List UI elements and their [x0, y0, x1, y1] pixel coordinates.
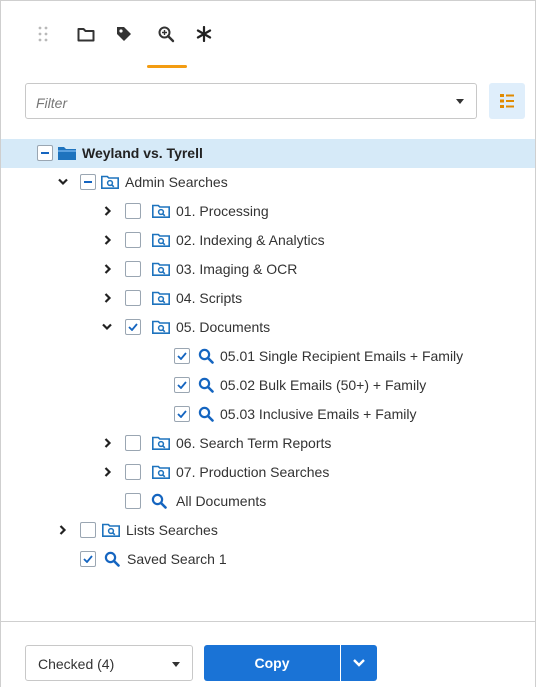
saved-search-icon — [197, 377, 215, 393]
tree-checkbox-checked[interactable] — [125, 319, 141, 335]
asterisk-icon[interactable] — [193, 23, 215, 45]
saved-search-icon[interactable] — [155, 23, 177, 45]
tree-label: 05. Documents — [176, 319, 271, 335]
tree-checkbox[interactable] — [37, 145, 53, 161]
drag-handle-icon[interactable] — [32, 23, 54, 45]
checkmark-icon — [177, 352, 187, 360]
tree-row[interactable]: 05.01 Single Recipient Emails + Family — [1, 342, 535, 371]
saved-searches-panel: Weyland vs. Tyrell Admin Searches 01. Pr… — [0, 0, 536, 689]
tree-checkbox-checked[interactable] — [174, 377, 190, 393]
tree-label: 07. Production Searches — [176, 464, 330, 480]
filter-dropdown-caret-icon[interactable] — [456, 99, 464, 104]
tree-row[interactable]: Saved Search 1 — [1, 545, 535, 574]
chevron-right-icon[interactable] — [102, 263, 114, 275]
saved-search-icon — [103, 551, 121, 567]
filter-input[interactable] — [34, 90, 438, 116]
tree-label: 01. Processing — [176, 203, 269, 219]
chevron-right-icon[interactable] — [102, 466, 114, 478]
tree-checkbox[interactable] — [125, 435, 141, 451]
select-caret-icon — [172, 662, 180, 667]
tree-label: Lists Searches — [126, 522, 218, 538]
search-folder-icon — [152, 290, 170, 306]
tree-label: 05.01 Single Recipient Emails + Family — [220, 348, 464, 364]
tree-checkbox[interactable] — [80, 174, 96, 190]
case-folder-icon — [58, 145, 76, 161]
folder-icon[interactable] — [75, 23, 97, 45]
tree-label: 03. Imaging & OCR — [176, 261, 298, 277]
tree-checkbox[interactable] — [80, 522, 96, 538]
chevron-right-icon[interactable] — [102, 292, 114, 304]
list-view-icon — [500, 94, 514, 108]
tree-row[interactable]: 06. Search Term Reports — [1, 429, 535, 458]
tree-row[interactable]: 03. Imaging & OCR — [1, 255, 535, 284]
tree-label: 04. Scripts — [176, 290, 243, 306]
tree-label: 05.03 Inclusive Emails + Family — [220, 406, 417, 422]
tree-label: 02. Indexing & Analytics — [176, 232, 325, 248]
tree-label: 05.02 Bulk Emails (50+) + Family — [220, 377, 427, 393]
tree-row[interactable]: Lists Searches — [1, 516, 535, 545]
tag-icon[interactable] — [113, 23, 135, 45]
saved-search-icon — [150, 493, 168, 509]
tree-row[interactable]: 04. Scripts — [1, 284, 535, 313]
tree-checkbox-checked[interactable] — [80, 551, 96, 567]
copy-button-label: Copy — [254, 655, 290, 671]
panel-toolbar — [1, 1, 535, 69]
tree-row[interactable]: 05. Documents — [1, 313, 535, 342]
tree-label: All Documents — [176, 493, 267, 509]
tree-row[interactable]: All Documents — [1, 487, 535, 516]
checkmark-icon — [177, 381, 187, 389]
active-tab-indicator — [147, 65, 187, 68]
tree-row[interactable]: 05.02 Bulk Emails (50+) + Family — [1, 371, 535, 400]
chevron-right-icon[interactable] — [57, 524, 69, 536]
tree-checkbox[interactable] — [125, 232, 141, 248]
tree-row[interactable]: 07. Production Searches — [1, 458, 535, 487]
chevron-right-icon[interactable] — [102, 205, 114, 217]
copy-options-button[interactable] — [341, 645, 377, 681]
tree-checkbox[interactable] — [125, 261, 141, 277]
tree-checkbox[interactable] — [125, 203, 141, 219]
copy-button[interactable]: Copy — [204, 645, 340, 681]
tree-row[interactable]: 05.03 Inclusive Emails + Family — [1, 400, 535, 429]
chevron-down-icon[interactable] — [57, 176, 69, 188]
search-folder-icon — [152, 464, 170, 480]
tree-row[interactable]: 01. Processing — [1, 197, 535, 226]
checked-filter-select[interactable]: Checked (4) — [25, 645, 193, 681]
search-folder-icon — [102, 522, 120, 538]
chevron-down-icon — [353, 659, 365, 667]
saved-search-icon — [197, 348, 215, 364]
search-folder-icon — [152, 319, 170, 335]
tree-checkbox[interactable] — [125, 464, 141, 480]
search-folder-icon — [101, 174, 119, 190]
panel-footer: Checked (4) Copy — [1, 621, 535, 689]
chevron-down-icon[interactable] — [101, 321, 113, 333]
search-folder-icon — [152, 232, 170, 248]
checkmark-icon — [128, 323, 138, 331]
tree-row[interactable]: 02. Indexing & Analytics — [1, 226, 535, 255]
filter-row — [25, 83, 525, 121]
list-view-button[interactable] — [489, 83, 525, 119]
tree-checkbox-checked[interactable] — [174, 406, 190, 422]
search-folder-icon — [152, 203, 170, 219]
tree-row-root[interactable]: Weyland vs. Tyrell — [1, 139, 535, 168]
tree-checkbox[interactable] — [125, 493, 141, 509]
tree-label: 06. Search Term Reports — [176, 435, 332, 451]
checkmark-icon — [177, 410, 187, 418]
tree-label: Admin Searches — [125, 174, 228, 190]
tree-checkbox[interactable] — [125, 290, 141, 306]
tree-row-admin-searches[interactable]: Admin Searches — [1, 168, 535, 197]
filter-combobox[interactable] — [25, 83, 477, 119]
search-folder-icon — [152, 435, 170, 451]
saved-search-icon — [197, 406, 215, 422]
tree-label: Saved Search 1 — [127, 551, 227, 567]
search-folder-icon — [152, 261, 170, 277]
chevron-right-icon[interactable] — [102, 234, 114, 246]
checkmark-icon — [83, 555, 93, 563]
tree-checkbox-checked[interactable] — [174, 348, 190, 364]
checked-filter-value: Checked (4) — [38, 656, 115, 672]
chevron-right-icon[interactable] — [102, 437, 114, 449]
tree-label: Weyland vs. Tyrell — [82, 145, 203, 161]
